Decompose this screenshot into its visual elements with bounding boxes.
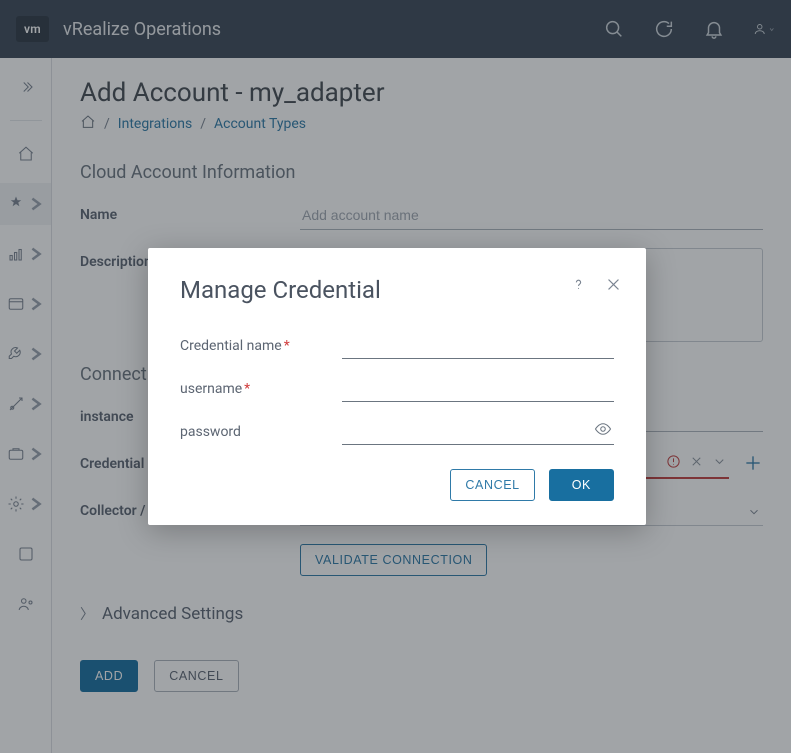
modal-cancel-button[interactable]: CANCEL bbox=[450, 469, 534, 501]
username-input[interactable] bbox=[342, 375, 614, 402]
eye-icon[interactable] bbox=[594, 420, 612, 442]
help-icon[interactable] bbox=[570, 276, 587, 297]
credential-name-label: Credential name* bbox=[180, 338, 342, 354]
close-icon[interactable] bbox=[605, 276, 622, 297]
username-label: username* bbox=[180, 381, 342, 397]
modal-title: Manage Credential bbox=[180, 276, 614, 304]
password-label: password bbox=[180, 424, 342, 440]
modal-ok-button[interactable]: OK bbox=[549, 469, 614, 501]
password-input[interactable] bbox=[342, 418, 614, 445]
credential-name-input[interactable] bbox=[342, 332, 614, 359]
manage-credential-modal: Manage Credential Credential name* usern… bbox=[148, 248, 646, 525]
